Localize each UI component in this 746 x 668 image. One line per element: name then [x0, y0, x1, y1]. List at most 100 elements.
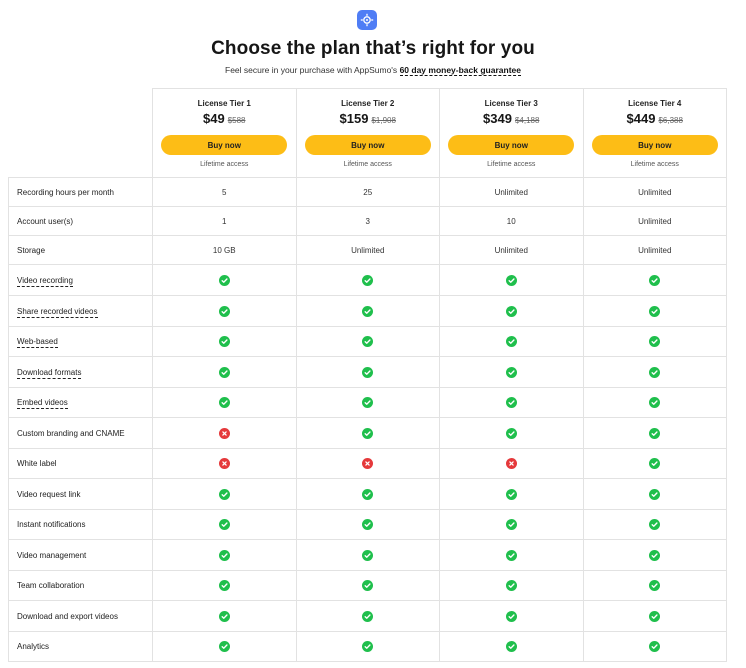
check-circle-icon: [505, 336, 517, 347]
x-circle-icon: [362, 458, 374, 469]
feature-label: Video request link: [8, 478, 153, 510]
tier-original-price: $4,188: [514, 116, 540, 125]
check-circle-icon: [218, 580, 230, 591]
tier-original-price: $588: [227, 116, 246, 125]
tier-price: $349: [483, 111, 512, 126]
feature-label[interactable]: Web-based: [8, 326, 153, 357]
appsumo-logo-icon: [357, 10, 377, 30]
feature-cell-included: [152, 631, 297, 662]
feature-cell-included: [582, 387, 727, 418]
feature-label-text: Team collaboration: [17, 581, 85, 590]
feature-cell-value: Unlimited: [582, 235, 727, 265]
feature-cell-included: [439, 478, 584, 510]
feature-cell-included: [152, 509, 297, 540]
feature-cell-value: Unlimited: [439, 235, 584, 265]
tier-price: $159: [339, 111, 369, 126]
x-circle-icon: [505, 458, 517, 469]
feature-label: Video management: [8, 539, 153, 571]
feature-cell-value: Unlimited: [439, 177, 584, 207]
check-circle-icon: [649, 274, 661, 286]
check-circle-icon: [649, 488, 661, 500]
feature-cell-included: [582, 417, 727, 449]
check-circle-icon: [362, 549, 374, 561]
page-subtitle: Feel secure in your purchase with AppSum…: [0, 65, 746, 76]
feature-cell-included: [582, 264, 727, 296]
feature-rows: Recording hours per month 5 25 Unlimited Unl…: [8, 177, 727, 662]
feature-cell-included: [152, 387, 297, 418]
feature-cell-value: 25: [295, 177, 440, 207]
check-circle-icon: [505, 366, 517, 378]
feature-cell-included: [295, 478, 440, 510]
feature-row: Instant notifications: [8, 509, 727, 540]
check-circle-icon: [218, 519, 230, 530]
feature-label-text: Video request link: [17, 489, 81, 499]
check-circle-icon: [505, 274, 517, 286]
buy-now-button[interactable]: Buy now: [448, 135, 575, 155]
feature-cell-included: [439, 264, 584, 296]
lifetime-access-note: Lifetime access: [487, 161, 536, 168]
feature-cell-included: [582, 478, 727, 510]
feature-row: Analytics: [8, 631, 727, 662]
feature-cell-included: [439, 295, 584, 327]
buy-now-button[interactable]: Buy now: [591, 135, 718, 155]
feature-label-text: Share recorded videos: [17, 306, 98, 318]
feature-label: Instant notifications: [8, 509, 153, 540]
feature-row: Share recorded videos: [8, 295, 727, 327]
feature-cell-value: 10: [439, 206, 584, 236]
tier-price: $449: [626, 111, 656, 126]
feature-label-text: Analytics: [17, 642, 50, 651]
feature-cell-included: [152, 600, 297, 632]
feature-cell-included: [295, 509, 440, 540]
tier-original-price: $6,388: [658, 116, 683, 125]
feature-cell-value: 5: [152, 177, 297, 207]
guarantee-link[interactable]: 60 day money-back guarantee: [399, 65, 521, 76]
check-circle-icon: [362, 427, 374, 439]
feature-row: Storage 10 GB Unlimited Unlimited Unlimited: [8, 235, 727, 265]
feature-label[interactable]: Share recorded videos: [8, 295, 153, 327]
check-circle-icon: [505, 549, 517, 561]
check-circle-icon: [649, 305, 661, 317]
feature-label-text: Recording hours per month: [17, 187, 114, 197]
subtitle-text: Feel secure in your purchase with AppSum…: [225, 65, 398, 75]
check-circle-icon: [218, 610, 230, 622]
feature-row: White label: [8, 448, 727, 479]
feature-row: Recording hours per month 5 25 Unlimited Unl…: [8, 177, 727, 207]
feature-cell-value: 1: [152, 206, 297, 236]
check-circle-icon: [218, 305, 230, 317]
feature-cell-included: [439, 539, 584, 571]
feature-label[interactable]: Embed videos: [8, 387, 153, 418]
check-circle-icon: [362, 641, 374, 652]
pricing-comparison-table: License Tier 1 $49 $588 Buy now Lifetime acc…: [8, 88, 727, 662]
feature-cell-included: [439, 509, 584, 540]
tier-price: $49: [203, 111, 225, 126]
buy-now-button[interactable]: Buy now: [304, 135, 431, 155]
feature-label: Storage: [8, 235, 153, 265]
feature-label[interactable]: Video recording: [8, 264, 153, 296]
buy-now-button[interactable]: Buy now: [161, 135, 288, 155]
feature-cell-included: [439, 570, 584, 601]
check-circle-icon: [362, 397, 374, 408]
feature-cell-included: [582, 326, 727, 357]
feature-label[interactable]: Download formats: [8, 356, 153, 388]
feature-row: Video management: [8, 539, 727, 571]
feature-row: Team collaboration: [8, 570, 727, 601]
check-circle-icon: [218, 641, 230, 652]
lifetime-access-note: Lifetime access: [200, 161, 249, 168]
feature-label-text: Embed videos: [17, 398, 68, 409]
feature-row: Video recording: [8, 264, 727, 296]
check-circle-icon: [218, 274, 230, 286]
feature-cell-included: [439, 631, 584, 662]
feature-cell-value: 3: [295, 206, 440, 236]
feature-label: Recording hours per month: [8, 177, 153, 207]
check-circle-icon: [218, 397, 230, 408]
check-circle-icon: [505, 519, 517, 530]
check-circle-icon: [649, 641, 661, 652]
feature-cell-included: [295, 600, 440, 632]
tier-original-price: $1,908: [371, 116, 396, 125]
check-circle-icon: [218, 488, 230, 500]
feature-cell-included: [152, 326, 297, 357]
feature-label-text: Download and export videos: [17, 611, 118, 621]
feature-cell-excluded: [152, 448, 297, 479]
feature-cell-included: [152, 539, 297, 571]
feature-row: Custom branding and CNAME: [8, 417, 727, 449]
